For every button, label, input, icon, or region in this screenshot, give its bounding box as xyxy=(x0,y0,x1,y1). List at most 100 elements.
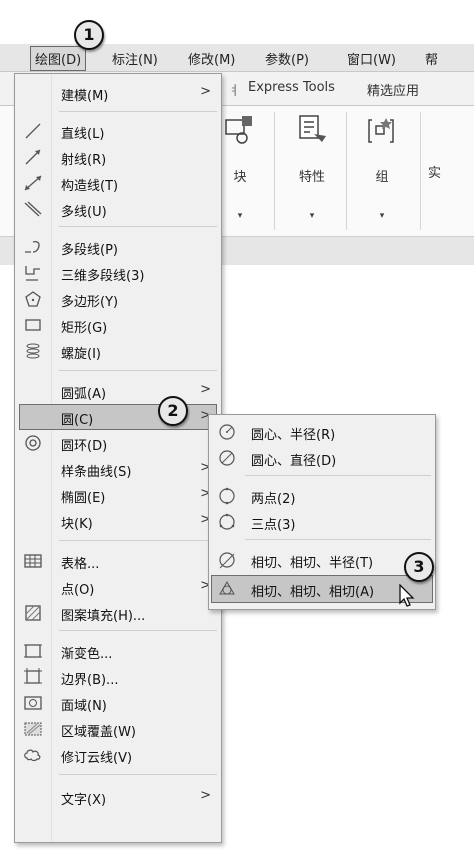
divider xyxy=(420,112,421,230)
construction-line-icon xyxy=(24,175,42,191)
menu-item-gradient[interactable]: 渐变色... xyxy=(15,638,221,664)
submenu-item-center-radius[interactable]: 圆心、半径(R) xyxy=(209,419,435,445)
submenu-arrow-icon: > xyxy=(200,382,211,397)
menu-item-spline[interactable]: 样条曲线(S) > xyxy=(15,456,221,482)
menu-item-label: 螺旋(I) xyxy=(61,347,101,362)
separator xyxy=(59,370,217,371)
menu-item-revcloud[interactable]: 修订云线(V) xyxy=(15,742,221,768)
menu-dimension[interactable]: 标注(N) xyxy=(112,49,158,68)
menu-item-label: 文字(X) xyxy=(61,793,107,808)
menu-item-label: 修订云线(V) xyxy=(61,751,133,766)
menu-item-3d-polyline[interactable]: 三维多段线(3) xyxy=(15,260,221,286)
menu-help[interactable]: 帮 xyxy=(425,49,438,68)
menu-modify[interactable]: 修改(M) xyxy=(188,49,235,68)
menu-item-label: 图案填充(H)... xyxy=(61,609,146,624)
tab-featured-apps[interactable]: 精选应用 xyxy=(367,80,419,99)
menu-item-multiline[interactable]: 多线(U) xyxy=(15,196,221,222)
line-icon xyxy=(25,123,41,139)
menu-item-point[interactable]: 点(O) > xyxy=(15,574,221,600)
menu-item-hatch[interactable]: 图案填充(H)... xyxy=(15,600,221,626)
circle-2point-icon xyxy=(219,487,235,505)
menu-item-rectangle[interactable]: 矩形(G) xyxy=(15,312,221,338)
menu-item-text[interactable]: 文字(X) > xyxy=(15,784,221,810)
separator xyxy=(59,111,217,112)
ray-icon xyxy=(25,149,41,165)
menu-item-modeling[interactable]: 建模(M) > xyxy=(15,80,221,106)
menu-item-line[interactable]: 直线(L) xyxy=(15,118,221,144)
menu-draw[interactable]: 绘图(D) xyxy=(30,46,87,71)
properties-tool[interactable]: 特性 ▾ xyxy=(282,106,342,236)
menu-parameters[interactable]: 参数(P) xyxy=(265,49,309,68)
menu-item-ray[interactable]: 射线(R) xyxy=(15,144,221,170)
menu-item-label: 直线(L) xyxy=(61,127,105,142)
divider xyxy=(274,112,275,230)
menu-item-label: 射线(R) xyxy=(61,153,107,168)
menu-item-polyline[interactable]: 多段线(P) xyxy=(15,234,221,260)
menu-item-label: 多段线(P) xyxy=(61,243,118,258)
menu-item-donut[interactable]: 圆环(D) xyxy=(15,430,221,456)
submenu-item-3point[interactable]: 三点(3) xyxy=(209,509,435,535)
menu-item-ellipse[interactable]: 椭圆(E) > xyxy=(15,482,221,508)
utility-tool[interactable]: 实 xyxy=(428,106,468,236)
submenu-item-label: 三点(3) xyxy=(251,518,296,533)
submenu-item-label: 圆心、半径(R) xyxy=(251,428,336,443)
chevron-down-icon[interactable]: ▾ xyxy=(282,211,342,221)
circle-center-diameter-icon xyxy=(219,450,235,466)
submenu-item-label: 圆心、直径(D) xyxy=(251,454,337,469)
submenu-item-label: 相切、相切、相切(A) xyxy=(251,585,375,600)
group-icon xyxy=(368,118,394,143)
mouse-cursor-icon xyxy=(399,584,415,607)
menu-item-label: 边界(B)... xyxy=(61,673,119,688)
group-tool[interactable]: 组 ▾ xyxy=(352,106,412,236)
menu-item-label: 点(O) xyxy=(61,583,95,598)
polyline-icon xyxy=(25,240,40,253)
circle-3point-icon xyxy=(219,513,235,530)
tab-express-tools[interactable]: Express Tools xyxy=(248,80,335,95)
menu-item-label: 圆(C) xyxy=(61,413,94,428)
hatch-icon xyxy=(25,605,41,621)
menu-item-label: 区域覆盖(W) xyxy=(61,725,136,740)
menu-item-arc[interactable]: 圆弧(A) > xyxy=(15,378,221,404)
menu-bar: 绘图(D) 标注(N) 修改(M) 参数(P) 窗口(W) 帮 xyxy=(0,44,474,72)
region-icon xyxy=(24,696,42,710)
menu-item-polygon[interactable]: 多边形(Y) xyxy=(15,286,221,312)
menu-item-construction-line[interactable]: 构造线(T) xyxy=(15,170,221,196)
menu-item-block[interactable]: 块(K) > xyxy=(15,508,221,534)
menu-item-table[interactable]: 表格... xyxy=(15,548,221,574)
menu-item-wipeout[interactable]: 区域覆盖(W) xyxy=(15,716,221,742)
submenu-item-2point[interactable]: 两点(2) xyxy=(209,483,435,509)
submenu-arrow-icon: > xyxy=(200,788,211,803)
menu-item-label: 圆环(D) xyxy=(61,439,108,454)
menu-item-label: 多线(U) xyxy=(61,205,107,220)
donut-icon xyxy=(25,435,41,451)
polygon-icon xyxy=(25,291,41,307)
menu-item-label: 渐变色... xyxy=(61,647,113,662)
multiline-icon xyxy=(24,201,42,217)
menu-item-boundary[interactable]: 边界(B)... xyxy=(15,664,221,690)
separator xyxy=(59,540,217,541)
separator xyxy=(245,475,431,476)
separator xyxy=(245,539,431,540)
3d-polyline-icon xyxy=(25,266,40,281)
menu-item-label: 样条曲线(S) xyxy=(61,465,132,480)
menu-item-label: 矩形(G) xyxy=(61,321,108,336)
step-callout-2: 2 xyxy=(158,396,188,426)
divider xyxy=(346,112,347,230)
circle-submenu: 圆心、半径(R) 圆心、直径(D) 两点(2) 三点(3) 相切、相切、半径(T… xyxy=(208,414,436,610)
group-label: 组 xyxy=(375,170,389,185)
submenu-item-center-diameter[interactable]: 圆心、直径(D) xyxy=(209,445,435,471)
table-icon xyxy=(24,554,42,568)
submenu-item-ttr[interactable]: 相切、相切、半径(T) xyxy=(209,547,435,573)
menu-item-label: 椭圆(E) xyxy=(61,491,106,506)
submenu-item-label: 两点(2) xyxy=(251,492,296,507)
menu-item-label: 面域(N) xyxy=(61,699,107,714)
circle-ttr-icon xyxy=(219,552,235,569)
chevron-down-icon[interactable]: ▾ xyxy=(352,211,412,221)
draw-menu: 建模(M) > 直线(L) 射线(R) 构造线(T) 多线(U) 多段线(P) … xyxy=(14,73,222,843)
menu-window[interactable]: 窗口(W) xyxy=(347,49,396,68)
menu-item-label: 构造线(T) xyxy=(61,179,119,194)
menu-item-label: 建模(M) xyxy=(61,89,109,104)
menu-item-helix[interactable]: 螺旋(I) xyxy=(15,338,221,364)
step-callout-1: 1 xyxy=(74,20,104,50)
menu-item-region[interactable]: 面域(N) xyxy=(15,690,221,716)
